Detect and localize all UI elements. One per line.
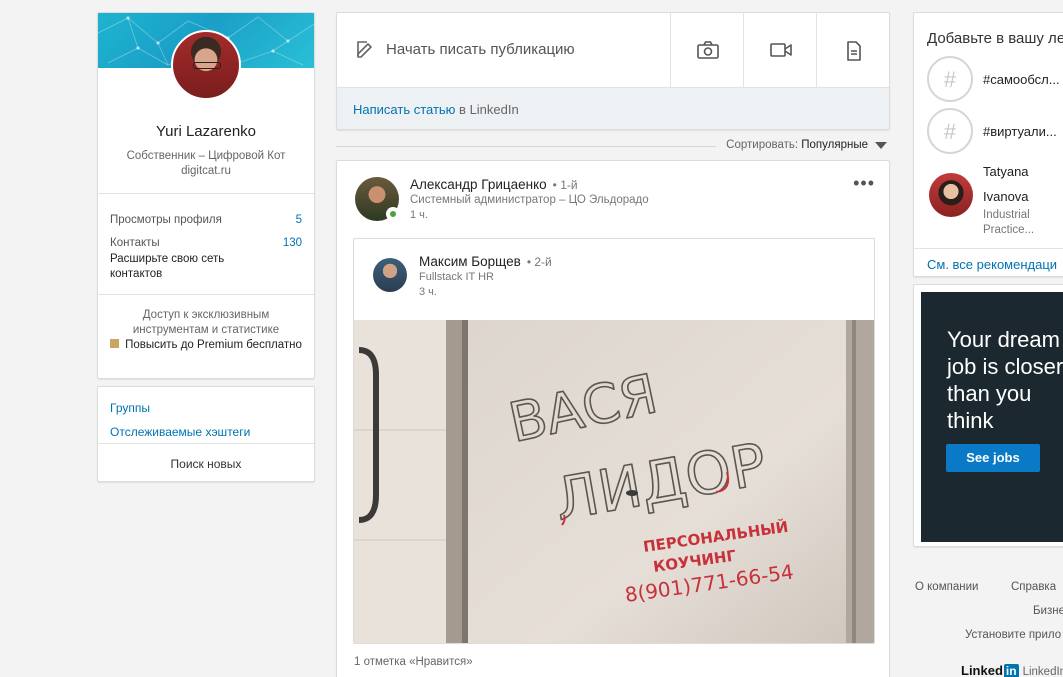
ad-card: Your dream job is closer than you think … xyxy=(913,284,1063,547)
door-photo-image: ВАСЯ ЛИДОР ПЕРСОНАЛЬНЫЙ КОУЧИНГ 8(901)77… xyxy=(354,320,874,643)
follow-recommendations-card: Добавьте в вашу ле # #самообсл... # #вир… xyxy=(913,12,1063,277)
camera-icon xyxy=(697,41,719,59)
footer: О компании Справка Бизне Установите прил… xyxy=(913,567,1063,677)
see-all-recommendations-link[interactable]: См. все рекомендаци xyxy=(914,248,1063,272)
person-last-name[interactable]: Ivanova xyxy=(983,189,1029,204)
person-first-name[interactable]: Tatyana xyxy=(983,164,1029,179)
reshared-author-avatar[interactable] xyxy=(373,258,407,292)
feed-sort-bar: Сортировать: Популярные xyxy=(336,139,890,153)
reshared-author-description: Fullstack IT HR xyxy=(419,271,494,283)
connection-degree: • 2-й xyxy=(526,255,552,269)
ad-line: Your dream xyxy=(947,327,1060,352)
share-photo-button[interactable] xyxy=(670,13,743,87)
connection-degree: • 1-й xyxy=(552,178,578,192)
share-box: Начать писать публикацию Написать статью… xyxy=(336,12,890,130)
pencil-icon xyxy=(357,41,372,58)
post-image[interactable]: ВАСЯ ЛИДОР ПЕРСОНАЛЬНЫЙ КОУЧИНГ 8(901)77… xyxy=(354,320,874,643)
reshared-post[interactable]: Максим Борщев • 2-й Fullstack IT HR 3 ч. xyxy=(353,238,875,644)
start-post-label: Начать писать публикацию xyxy=(386,41,575,58)
reshared-author-name: Максим Борщев xyxy=(419,254,521,269)
footer-install-app-link[interactable]: Установите прило xyxy=(965,629,1061,641)
chevron-down-icon[interactable] xyxy=(875,142,887,149)
ad-line: than you xyxy=(947,381,1032,406)
premium-upgrade-link[interactable]: Повысить до Premium бесплатно xyxy=(108,338,304,353)
contacts-label: Контакты xyxy=(110,237,160,249)
profile-views-row[interactable]: Просмотры профиля 5 xyxy=(110,214,302,226)
sort-value: Популярные xyxy=(801,139,868,151)
contacts-count: 130 xyxy=(282,237,302,249)
reshared-timestamp: 3 ч. xyxy=(419,286,437,298)
linkedin-in-icon: in xyxy=(1003,664,1019,677)
ad-headline: Your dream job is closer than you think xyxy=(947,326,1063,434)
sort-label: Сортировать: xyxy=(726,139,802,151)
video-icon xyxy=(770,43,792,57)
divider xyxy=(98,443,314,444)
grow-network-text[interactable]: Расширьте свою сеть контактов xyxy=(110,252,250,282)
divider xyxy=(98,193,314,194)
profile-name[interactable]: Yuri Lazarenko xyxy=(98,123,314,140)
recommendations-title: Добавьте в вашу ле xyxy=(927,30,1063,47)
premium-upgrade-label: Повысить до Premium бесплатно xyxy=(125,339,302,351)
ad-line: job is closer xyxy=(947,354,1063,379)
person-title: Industrial Practice... xyxy=(983,209,1035,236)
actor-description: Системный администратор – ЦО Эльдорадо xyxy=(410,194,649,206)
find-new-button[interactable]: Поиск новых xyxy=(98,457,314,471)
see-all-label: См. все рекомендаци xyxy=(927,257,1058,272)
document-icon xyxy=(847,41,861,61)
actor-name-row[interactable]: Александр Грицаенко • 1-й xyxy=(410,177,578,192)
share-document-button[interactable] xyxy=(816,13,889,87)
linkedin-corp-text: LinkedIn xyxy=(1022,666,1063,677)
premium-promo-text: Доступ к эксклюзивным инструментам и ста… xyxy=(132,309,280,336)
online-status-icon xyxy=(386,207,400,221)
sort-dropdown[interactable]: Сортировать: Популярные xyxy=(726,139,868,151)
hashtag-icon[interactable]: # xyxy=(927,56,973,102)
profile-headline: Собственник – Цифровой Кот digitcat.ru xyxy=(126,150,286,177)
post-menu-button[interactable]: ••• xyxy=(853,174,875,192)
see-jobs-button[interactable]: See jobs xyxy=(946,444,1040,472)
likes-count[interactable]: 1 отметка «Нравится» xyxy=(354,656,473,668)
linkedin-logo: Linked in LinkedIn xyxy=(961,663,1063,677)
start-post-button[interactable]: Начать писать публикацию xyxy=(337,13,670,87)
contacts-row[interactable]: Контакты 130 xyxy=(110,237,302,249)
communities-card: Группы Отслеживаемые хэштеги Поиск новых xyxy=(97,386,315,482)
actor-name: Александр Грицаенко xyxy=(410,177,547,192)
write-article-suffix: в LinkedIn xyxy=(455,102,519,117)
followed-hashtags-link[interactable]: Отслеживаемые хэштеги xyxy=(110,425,250,439)
profile-views-count: 5 xyxy=(295,214,302,226)
jobs-ad-banner[interactable]: Your dream job is closer than you think … xyxy=(921,292,1063,542)
groups-link[interactable]: Группы xyxy=(110,401,150,415)
profile-avatar[interactable] xyxy=(171,30,241,100)
footer-help-link[interactable]: Справка xyxy=(1011,581,1056,593)
post-timestamp: 1 ч. xyxy=(410,209,428,221)
hashtag-recommendation[interactable]: #самообсл... xyxy=(983,72,1060,87)
profile-card: Yuri Lazarenko Собственник – Цифровой Ко… xyxy=(97,12,315,379)
premium-icon xyxy=(110,339,120,348)
linkedin-wordmark: Linked xyxy=(961,663,1003,677)
share-video-button[interactable] xyxy=(743,13,816,87)
hashtag-recommendation[interactable]: #виртуали... xyxy=(983,124,1057,139)
person-avatar[interactable] xyxy=(929,173,973,217)
ad-line: think xyxy=(947,408,994,433)
profile-views-label: Просмотры профиля xyxy=(110,214,222,226)
divider xyxy=(336,146,716,147)
hashtag-icon[interactable]: # xyxy=(927,108,973,154)
reshared-author-row[interactable]: Максим Борщев • 2-й xyxy=(419,254,552,269)
footer-about-link[interactable]: О компании xyxy=(915,581,978,593)
divider xyxy=(98,294,314,295)
feed-post: Александр Грицаенко • 1-й Системный админ… xyxy=(336,160,890,677)
write-article-link[interactable]: Написать статью xyxy=(353,102,455,117)
footer-business-link[interactable]: Бизне xyxy=(1033,605,1063,617)
write-article-bar: Написать статью в LinkedIn xyxy=(337,87,889,129)
